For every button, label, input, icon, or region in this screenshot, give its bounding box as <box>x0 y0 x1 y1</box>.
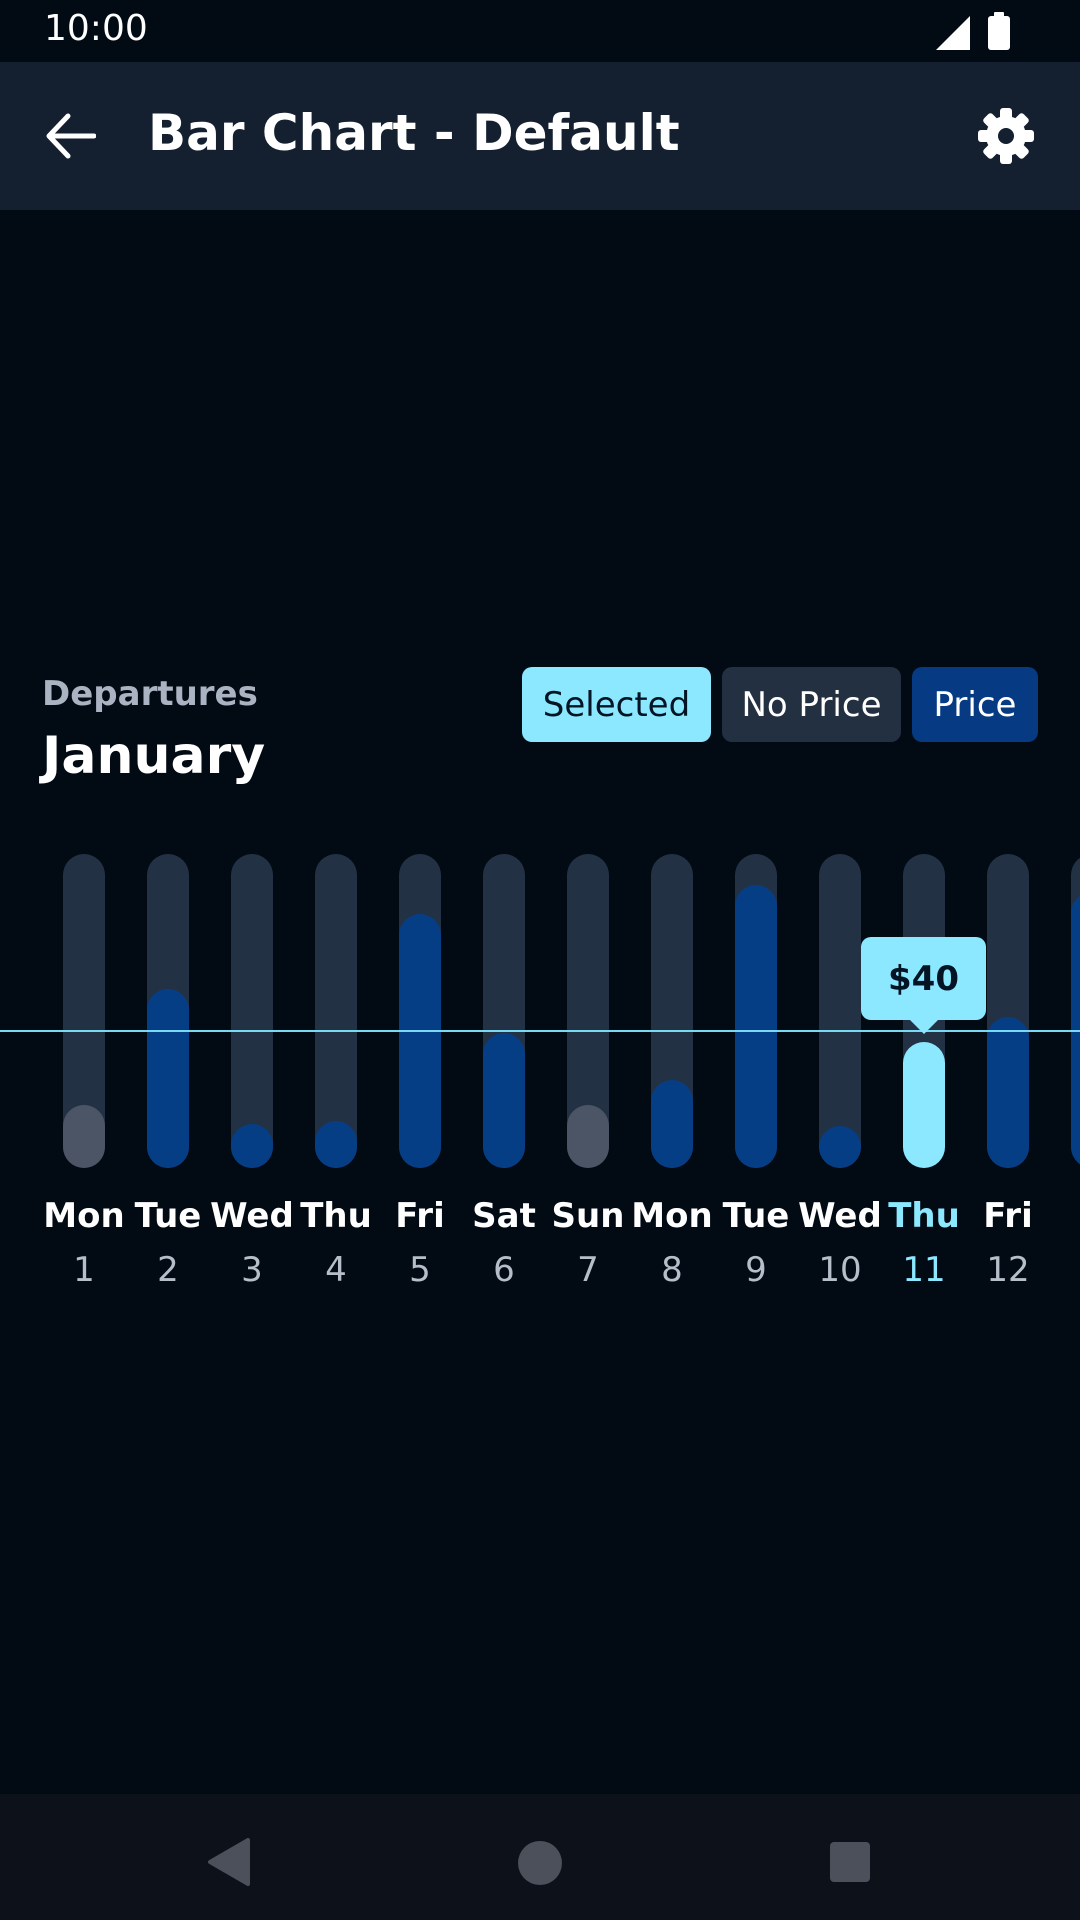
bar-track[interactable] <box>147 854 189 1168</box>
bar-noprice <box>567 1105 609 1168</box>
bar-selected <box>903 1042 945 1168</box>
bar-track[interactable] <box>315 854 357 1168</box>
bar-noprice <box>63 1105 105 1168</box>
departures-bar-chart: $40 Mon 1 Tue 2 Wed 3 Thu 4 Fri 5 Sat 6 Sun 7 Mon 8 Tue 9… <box>0 840 1080 1300</box>
bar-track[interactable] <box>1071 854 1080 1168</box>
bar-price <box>399 913 441 1168</box>
bar-price <box>987 1017 1029 1168</box>
bar-track[interactable] <box>819 854 861 1168</box>
legend-selected: Selected <box>522 667 711 742</box>
bar-track[interactable] <box>651 854 693 1168</box>
cellular-signal-icon <box>936 16 970 50</box>
bar-track[interactable] <box>63 854 105 1168</box>
status-icons <box>936 12 1010 50</box>
month-title: January <box>42 726 266 786</box>
bar-track[interactable] <box>987 854 1029 1168</box>
battery-icon <box>988 16 1010 50</box>
price-tooltip: $40 <box>861 937 986 1020</box>
page-title: Bar Chart - Default <box>148 104 680 162</box>
bar-price <box>819 1126 861 1168</box>
day-number-label: 1 <box>1042 1250 1080 1290</box>
system-nav-bar <box>0 1794 1080 1920</box>
status-bar: 10:00 <box>0 0 1080 62</box>
bar-price <box>651 1080 693 1168</box>
bar-track[interactable] <box>735 854 777 1168</box>
bar-price <box>231 1124 273 1168</box>
bar-track[interactable] <box>567 854 609 1168</box>
bar-price <box>315 1120 357 1168</box>
nav-home-icon[interactable] <box>517 1840 563 1886</box>
legend-no-price: No Price <box>722 667 901 742</box>
gear-icon[interactable] <box>976 106 1036 166</box>
day-name-label: S <box>1042 1196 1080 1236</box>
departures-label: Departures <box>42 674 258 714</box>
back-arrow-icon[interactable] <box>44 112 96 160</box>
bar-price <box>483 1032 525 1168</box>
nav-back-icon[interactable] <box>206 1838 250 1886</box>
bar-price <box>735 885 777 1168</box>
bar-track[interactable] <box>483 854 525 1168</box>
bar-price <box>147 989 189 1168</box>
nav-recents-icon[interactable] <box>830 1842 870 1882</box>
app-bar: Bar Chart - Default <box>0 62 1080 210</box>
tooltip-pointer <box>908 1018 940 1034</box>
status-time: 10:00 <box>44 8 148 49</box>
legend-price: Price <box>912 667 1038 742</box>
bar-track[interactable] <box>399 854 441 1168</box>
bar-track[interactable] <box>231 854 273 1168</box>
